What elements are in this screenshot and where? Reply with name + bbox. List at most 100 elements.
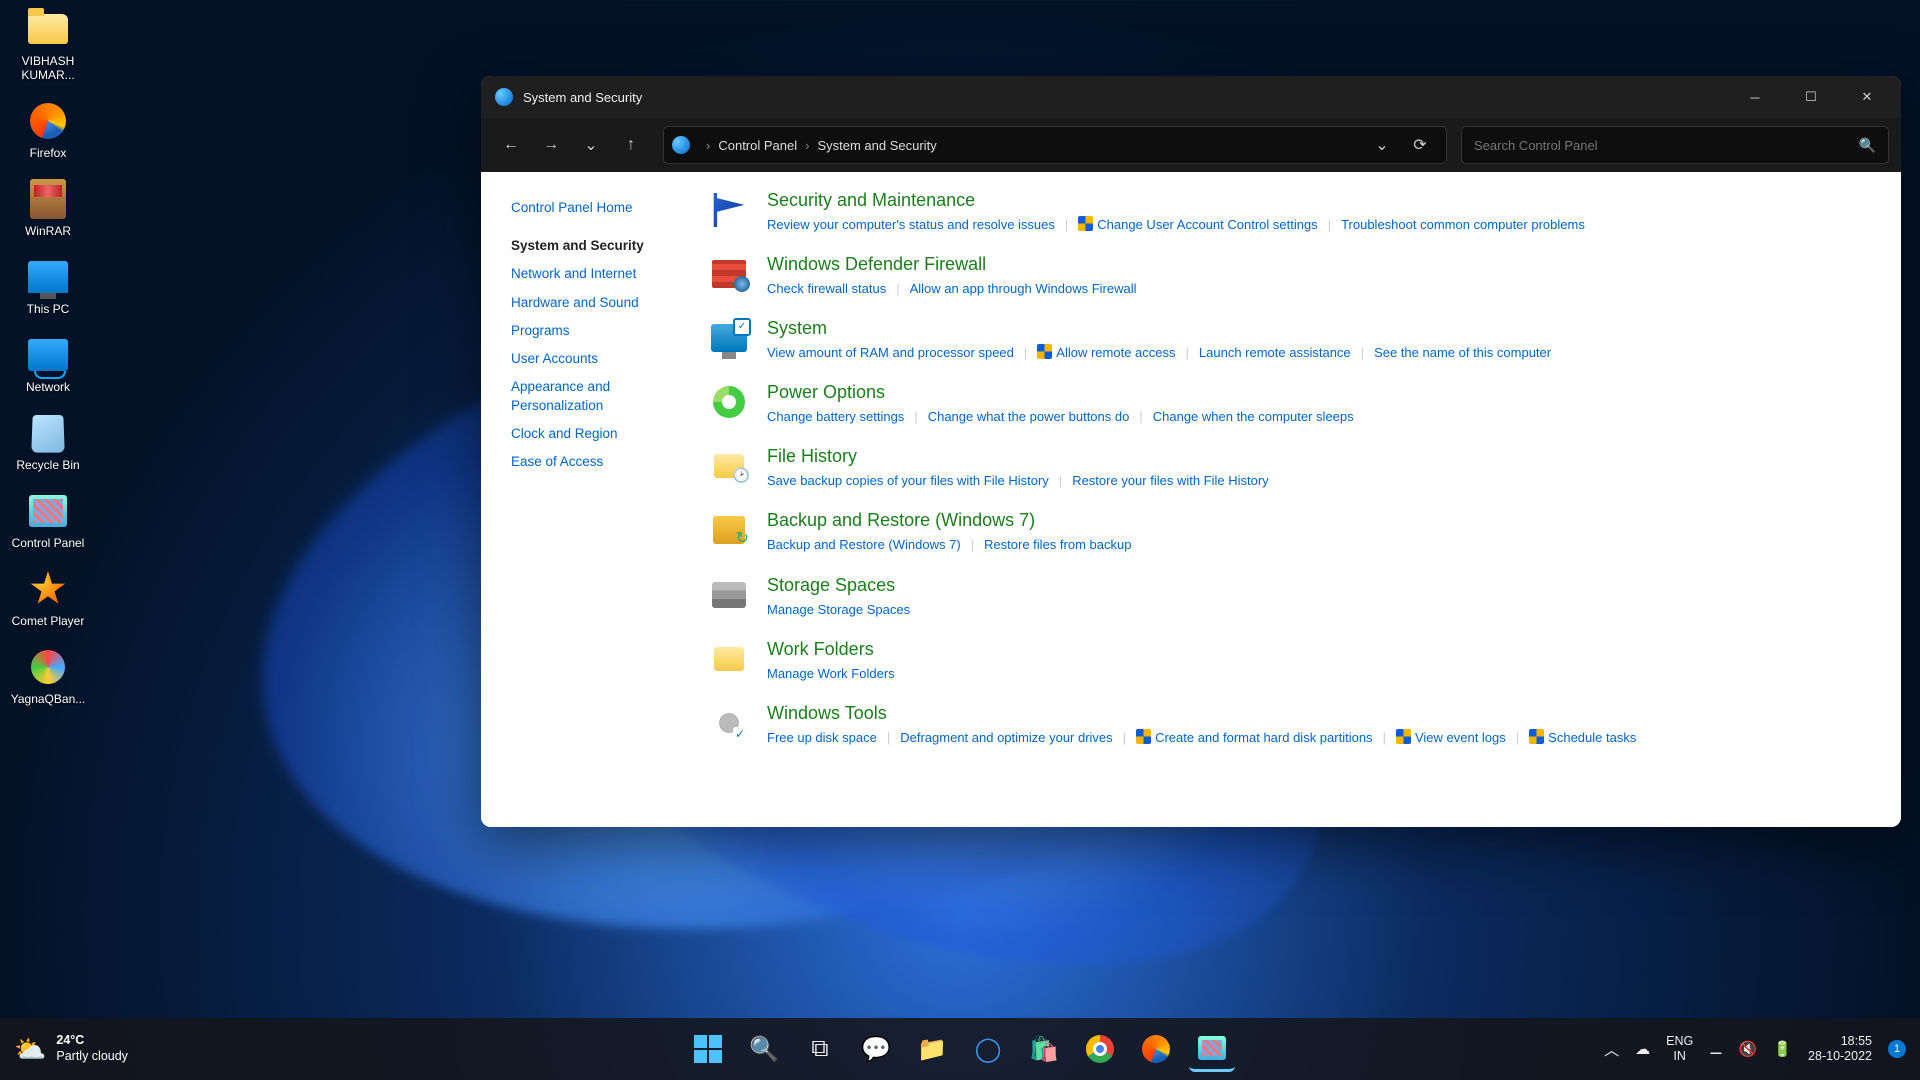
battery-icon[interactable]: 🔋: [1773, 1040, 1792, 1058]
link[interactable]: Check firewall status: [767, 281, 886, 296]
explorer-button[interactable]: 📁: [909, 1026, 955, 1072]
desktop-icon-winrar[interactable]: WinRAR: [4, 178, 92, 238]
group-links: Change battery settings|Change what the …: [767, 406, 1881, 428]
power-icon: [709, 382, 749, 422]
group-title[interactable]: Windows Tools: [767, 703, 1881, 724]
lang-top: ENG: [1666, 1034, 1693, 1049]
group-title[interactable]: Power Options: [767, 382, 1881, 403]
desktop-icon-label: Network: [26, 380, 70, 394]
sidebar-item-7[interactable]: Clock and Region: [511, 420, 691, 448]
link[interactable]: Save backup copies of your files with Fi…: [767, 473, 1049, 488]
sidebar-item-3[interactable]: Hardware and Sound: [511, 289, 691, 317]
maximize-button[interactable]: ☐: [1783, 76, 1839, 118]
sidebar-item-2[interactable]: Network and Internet: [511, 260, 691, 288]
taskbar-weather[interactable]: ⛅ 24°C Partly cloudy: [14, 1033, 128, 1064]
language-indicator[interactable]: ENG IN: [1666, 1034, 1693, 1064]
onedrive-icon[interactable]: ☁: [1635, 1040, 1650, 1058]
desktop-icon-cp[interactable]: Control Panel: [4, 490, 92, 550]
breadcrumb-root[interactable]: Control Panel: [718, 138, 797, 153]
weather-icon: ⛅: [14, 1034, 46, 1065]
link[interactable]: Troubleshoot common computer problems: [1341, 217, 1585, 232]
desktop-icon-thispc[interactable]: This PC: [4, 256, 92, 316]
link[interactable]: Launch remote assistance: [1199, 345, 1351, 360]
up-button[interactable]: ↑: [613, 127, 649, 163]
group-title[interactable]: Storage Spaces: [767, 575, 1881, 596]
close-button[interactable]: ✕: [1839, 76, 1895, 118]
group-links: Manage Work Folders: [767, 663, 1881, 685]
start-button[interactable]: [685, 1026, 731, 1072]
refresh-button[interactable]: ⟳: [1402, 127, 1438, 163]
link[interactable]: Change when the computer sleeps: [1153, 409, 1354, 424]
address-dropdown-button[interactable]: ⌄: [1364, 127, 1400, 163]
link[interactable]: Review your computer's status and resolv…: [767, 217, 1055, 232]
link[interactable]: Manage Storage Spaces: [767, 602, 910, 617]
address-bar[interactable]: › Control Panel › System and Security ⌄ …: [663, 126, 1447, 164]
recent-dropdown[interactable]: ⌄: [573, 127, 609, 163]
titlebar[interactable]: System and Security ─ ☐ ✕: [481, 76, 1901, 118]
link[interactable]: Change battery settings: [767, 409, 904, 424]
group-title[interactable]: System: [767, 318, 1881, 339]
firefox-button[interactable]: [1133, 1026, 1179, 1072]
sidebar-item-6[interactable]: Appearance and Personalization: [511, 373, 691, 419]
group-title[interactable]: Windows Defender Firewall: [767, 254, 1881, 275]
desktop-icon-comet[interactable]: Comet Player: [4, 568, 92, 628]
link[interactable]: View event logs: [1415, 730, 1506, 745]
chevron-up-icon[interactable]: ︿: [1604, 1039, 1619, 1060]
forward-button[interactable]: →: [533, 127, 569, 163]
desktop-icon-network[interactable]: Network: [4, 334, 92, 394]
store-button[interactable]: 🛍️: [1021, 1026, 1067, 1072]
search-icon[interactable]: 🔍: [1859, 137, 1876, 154]
group-links: Backup and Restore (Windows 7)|Restore f…: [767, 534, 1881, 556]
group-title[interactable]: File History: [767, 446, 1881, 467]
link[interactable]: Backup and Restore (Windows 7): [767, 537, 961, 552]
link[interactable]: Allow an app through Windows Firewall: [910, 281, 1137, 296]
sidebar-item-0[interactable]: Control Panel Home: [511, 194, 691, 222]
search-box[interactable]: 🔍: [1461, 126, 1889, 164]
sidebar-item-5[interactable]: User Accounts: [511, 345, 691, 373]
group-title[interactable]: Backup and Restore (Windows 7): [767, 510, 1881, 531]
link[interactable]: Create and format hard disk partitions: [1155, 730, 1373, 745]
link[interactable]: Change User Account Control settings: [1097, 217, 1317, 232]
link[interactable]: View amount of RAM and processor speed: [767, 345, 1014, 360]
breadcrumb-sep-1: ›: [805, 138, 809, 153]
link[interactable]: Restore files from backup: [984, 537, 1131, 552]
link[interactable]: Free up disk space: [767, 730, 877, 745]
link[interactable]: Manage Work Folders: [767, 666, 895, 681]
desktop-icon-yagna[interactable]: YagnaQBan...: [4, 646, 92, 706]
group-title[interactable]: Security and Maintenance: [767, 190, 1881, 211]
back-button[interactable]: ←: [493, 127, 529, 163]
minimize-button[interactable]: ─: [1727, 76, 1783, 118]
group-links: Review your computer's status and resolv…: [767, 214, 1881, 236]
clock[interactable]: 18:55 28-10-2022: [1808, 1034, 1872, 1064]
breadcrumb-current[interactable]: System and Security: [817, 138, 936, 153]
cortana-button[interactable]: ◯: [965, 1026, 1011, 1072]
sidebar-item-1[interactable]: System and Security: [511, 232, 691, 260]
chat-button[interactable]: 💬: [853, 1026, 899, 1072]
sidebar-item-4[interactable]: Programs: [511, 317, 691, 345]
clock-date: 28-10-2022: [1808, 1049, 1872, 1064]
system-icon: [709, 318, 749, 358]
task-view-button[interactable]: ⧉: [797, 1026, 843, 1072]
taskbar: ⛅ 24°C Partly cloudy 🔍 ⧉ 💬 📁 ◯ 🛍️ ︿ ☁ EN…: [0, 1018, 1920, 1080]
notification-badge[interactable]: 1: [1888, 1040, 1906, 1058]
group-firewall: Windows Defender Firewall Check firewall …: [709, 254, 1881, 300]
link[interactable]: Change what the power buttons do: [928, 409, 1130, 424]
chrome-button[interactable]: [1077, 1026, 1123, 1072]
link[interactable]: See the name of this computer: [1374, 345, 1551, 360]
link[interactable]: Allow remote access: [1056, 345, 1175, 360]
control-panel-taskbar-button[interactable]: [1189, 1026, 1235, 1072]
desktop-icon-recycle[interactable]: Recycle Bin: [4, 412, 92, 472]
desktop-icon-folder[interactable]: VIBHASH KUMAR...: [4, 8, 92, 82]
link[interactable]: Schedule tasks: [1548, 730, 1636, 745]
volume-icon[interactable]: 🔇: [1739, 1040, 1758, 1058]
desktop-icon-firefox[interactable]: Firefox: [4, 100, 92, 160]
search-input[interactable]: [1474, 138, 1859, 153]
link[interactable]: Defragment and optimize your drives: [900, 730, 1112, 745]
link-divider: |: [1516, 730, 1519, 745]
sidebar-item-8[interactable]: Ease of Access: [511, 448, 691, 476]
group-title[interactable]: Work Folders: [767, 639, 1881, 660]
wifi-icon[interactable]: ⚊: [1709, 1040, 1722, 1058]
taskbar-search-button[interactable]: 🔍: [741, 1026, 787, 1072]
link[interactable]: Restore your files with File History: [1072, 473, 1269, 488]
lang-bot: IN: [1666, 1049, 1693, 1064]
